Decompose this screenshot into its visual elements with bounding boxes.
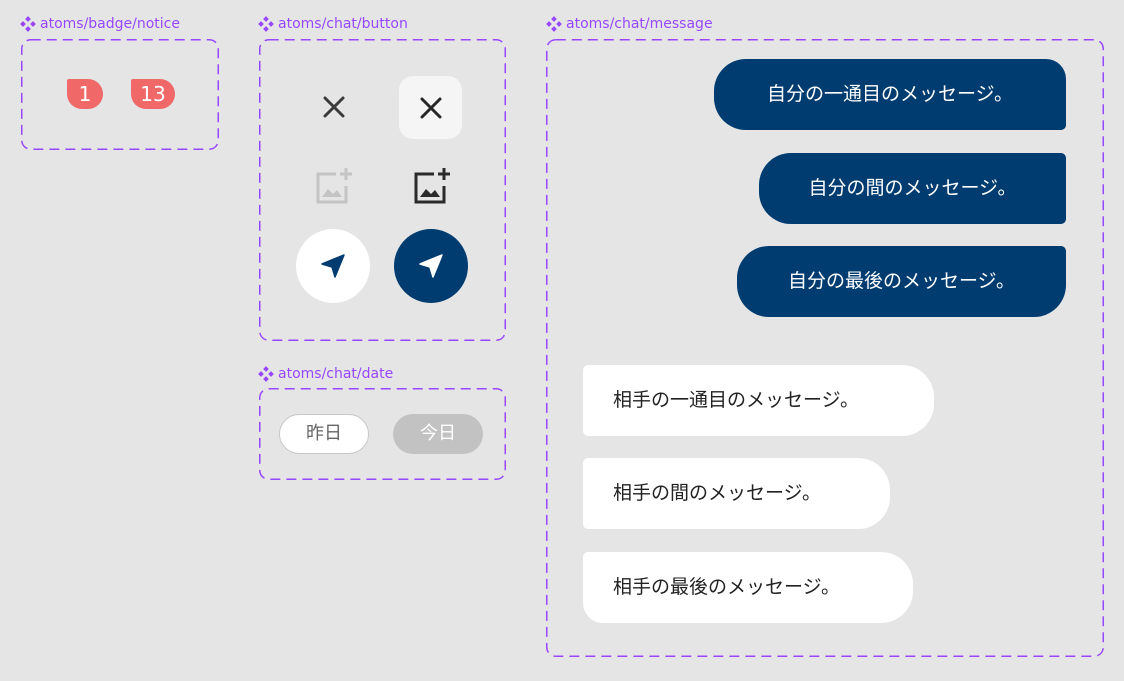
component-label-text: atoms/chat/button: [278, 16, 408, 32]
chat-button-frame: [259, 39, 506, 341]
component-icon: [20, 16, 36, 32]
image-add-button-disabled[interactable]: [307, 160, 359, 212]
notice-badge: 1: [67, 79, 103, 109]
image-add-button[interactable]: [405, 160, 457, 212]
component-label-text: atoms/chat/message: [566, 16, 713, 32]
chat-date-frame: 昨日 今日: [259, 388, 506, 480]
chat-message-frame: 自分の一通目のメッセージ。 自分の間のメッセージ。 自分の最後のメッセージ。 相…: [546, 39, 1104, 657]
badge-notice-frame: 1 13: [21, 39, 219, 150]
close-button[interactable]: [304, 77, 364, 137]
my-message-bubble: 自分の一通目のメッセージ。: [714, 59, 1066, 130]
component-label-text: atoms/chat/date: [278, 366, 394, 382]
component-label-chat-button: atoms/chat/button: [258, 16, 408, 32]
component-label-badge-notice: atoms/badge/notice: [20, 16, 180, 32]
image-add-icon: [414, 168, 450, 204]
their-message-bubble: 相手の一通目のメッセージ。: [583, 365, 934, 436]
component-label-text: atoms/badge/notice: [40, 16, 180, 32]
my-message-bubble: 自分の間のメッセージ。: [759, 153, 1066, 224]
their-message-bubble: 相手の間のメッセージ。: [583, 458, 890, 529]
component-icon: [258, 16, 274, 32]
their-message-bubble: 相手の最後のメッセージ。: [583, 552, 913, 623]
image-add-icon: [316, 168, 352, 204]
date-chip-yesterday: 昨日: [279, 414, 369, 454]
notice-badge: 13: [131, 79, 175, 109]
close-button-filled[interactable]: [399, 76, 462, 139]
close-icon: [420, 97, 441, 118]
component-label-chat-date: atoms/chat/date: [258, 366, 393, 382]
close-icon: [323, 96, 345, 118]
my-message-bubble: 自分の最後のメッセージ。: [737, 246, 1066, 317]
component-icon: [546, 16, 562, 32]
component-label-chat-message: atoms/chat/message: [546, 16, 713, 32]
send-icon: [321, 254, 345, 278]
send-button[interactable]: [394, 229, 468, 303]
component-icon: [258, 366, 274, 382]
send-button-light[interactable]: [296, 229, 370, 303]
date-chip-today: 今日: [393, 414, 483, 454]
send-icon: [419, 254, 443, 278]
